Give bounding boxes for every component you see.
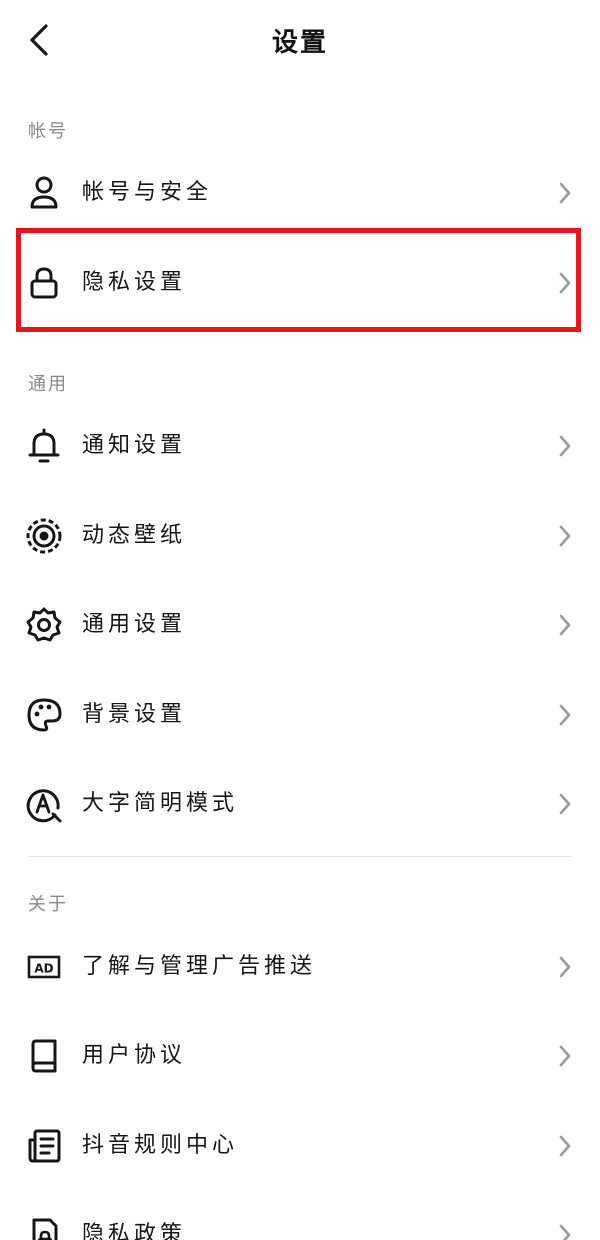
page-title: 设置	[271, 28, 328, 58]
chevron-right-icon	[558, 524, 572, 548]
settings-item-label: 动态壁纸	[82, 523, 187, 548]
settings-item-live-wallpaper[interactable]: 动态壁纸	[0, 493, 600, 579]
wallpaper-icon	[24, 516, 64, 556]
document-list-icon	[24, 1126, 64, 1166]
settings-item-label: 大字简明模式	[82, 791, 239, 816]
chevron-right-icon	[558, 613, 572, 637]
settings-item-privacy-policy[interactable]: 隐私政策	[0, 1192, 600, 1240]
section-divider	[28, 856, 572, 857]
settings-item-label: 通知设置	[82, 433, 187, 458]
settings-item-label: 通用设置	[82, 612, 187, 637]
book-icon	[24, 1036, 64, 1076]
settings-item-label: 抖音规则中心	[82, 1133, 239, 1158]
section-label-general: 通用	[28, 374, 68, 395]
settings-item-user-agreement[interactable]: 用户协议	[0, 1013, 600, 1099]
chevron-right-icon	[558, 792, 572, 816]
chevron-right-icon	[558, 181, 572, 205]
chevron-right-icon	[558, 1223, 572, 1240]
ad-icon: AD	[24, 947, 64, 987]
settings-item-label: 背景设置	[82, 702, 187, 727]
user-icon	[24, 173, 64, 213]
font-size-icon	[24, 784, 64, 824]
chevron-right-icon	[558, 703, 572, 727]
privacy-doc-icon	[24, 1215, 64, 1240]
svg-text:AD: AD	[34, 962, 53, 976]
chevron-right-icon	[558, 1134, 572, 1158]
chevron-right-icon	[558, 955, 572, 979]
chevron-right-icon	[558, 1044, 572, 1068]
settings-item-notification-settings[interactable]: 通知设置	[0, 403, 600, 489]
header-bar: 设置	[0, 0, 600, 84]
gear-icon	[24, 605, 64, 645]
settings-item-label: 帐号与安全	[82, 180, 213, 205]
palette-icon	[24, 695, 64, 735]
settings-item-label: 了解与管理广告推送	[82, 954, 317, 979]
bell-icon	[24, 426, 64, 466]
settings-item-account-security[interactable]: 帐号与安全	[0, 150, 600, 236]
settings-item-label: 用户协议	[82, 1043, 187, 1068]
chevron-right-icon	[558, 434, 572, 458]
settings-item-general-settings[interactable]: 通用设置	[0, 582, 600, 668]
highlight-box	[16, 228, 581, 332]
settings-item-community-rules[interactable]: 抖音规则中心	[0, 1103, 600, 1189]
section-label-account: 帐号	[28, 121, 68, 142]
settings-item-label: 隐私政策	[82, 1222, 187, 1240]
section-label-about: 关于	[28, 894, 68, 915]
settings-item-background-settings[interactable]: 背景设置	[0, 672, 600, 758]
settings-item-large-text-mode[interactable]: 大字简明模式	[0, 761, 600, 847]
settings-item-ad-management[interactable]: AD 了解与管理广告推送	[0, 924, 600, 1010]
